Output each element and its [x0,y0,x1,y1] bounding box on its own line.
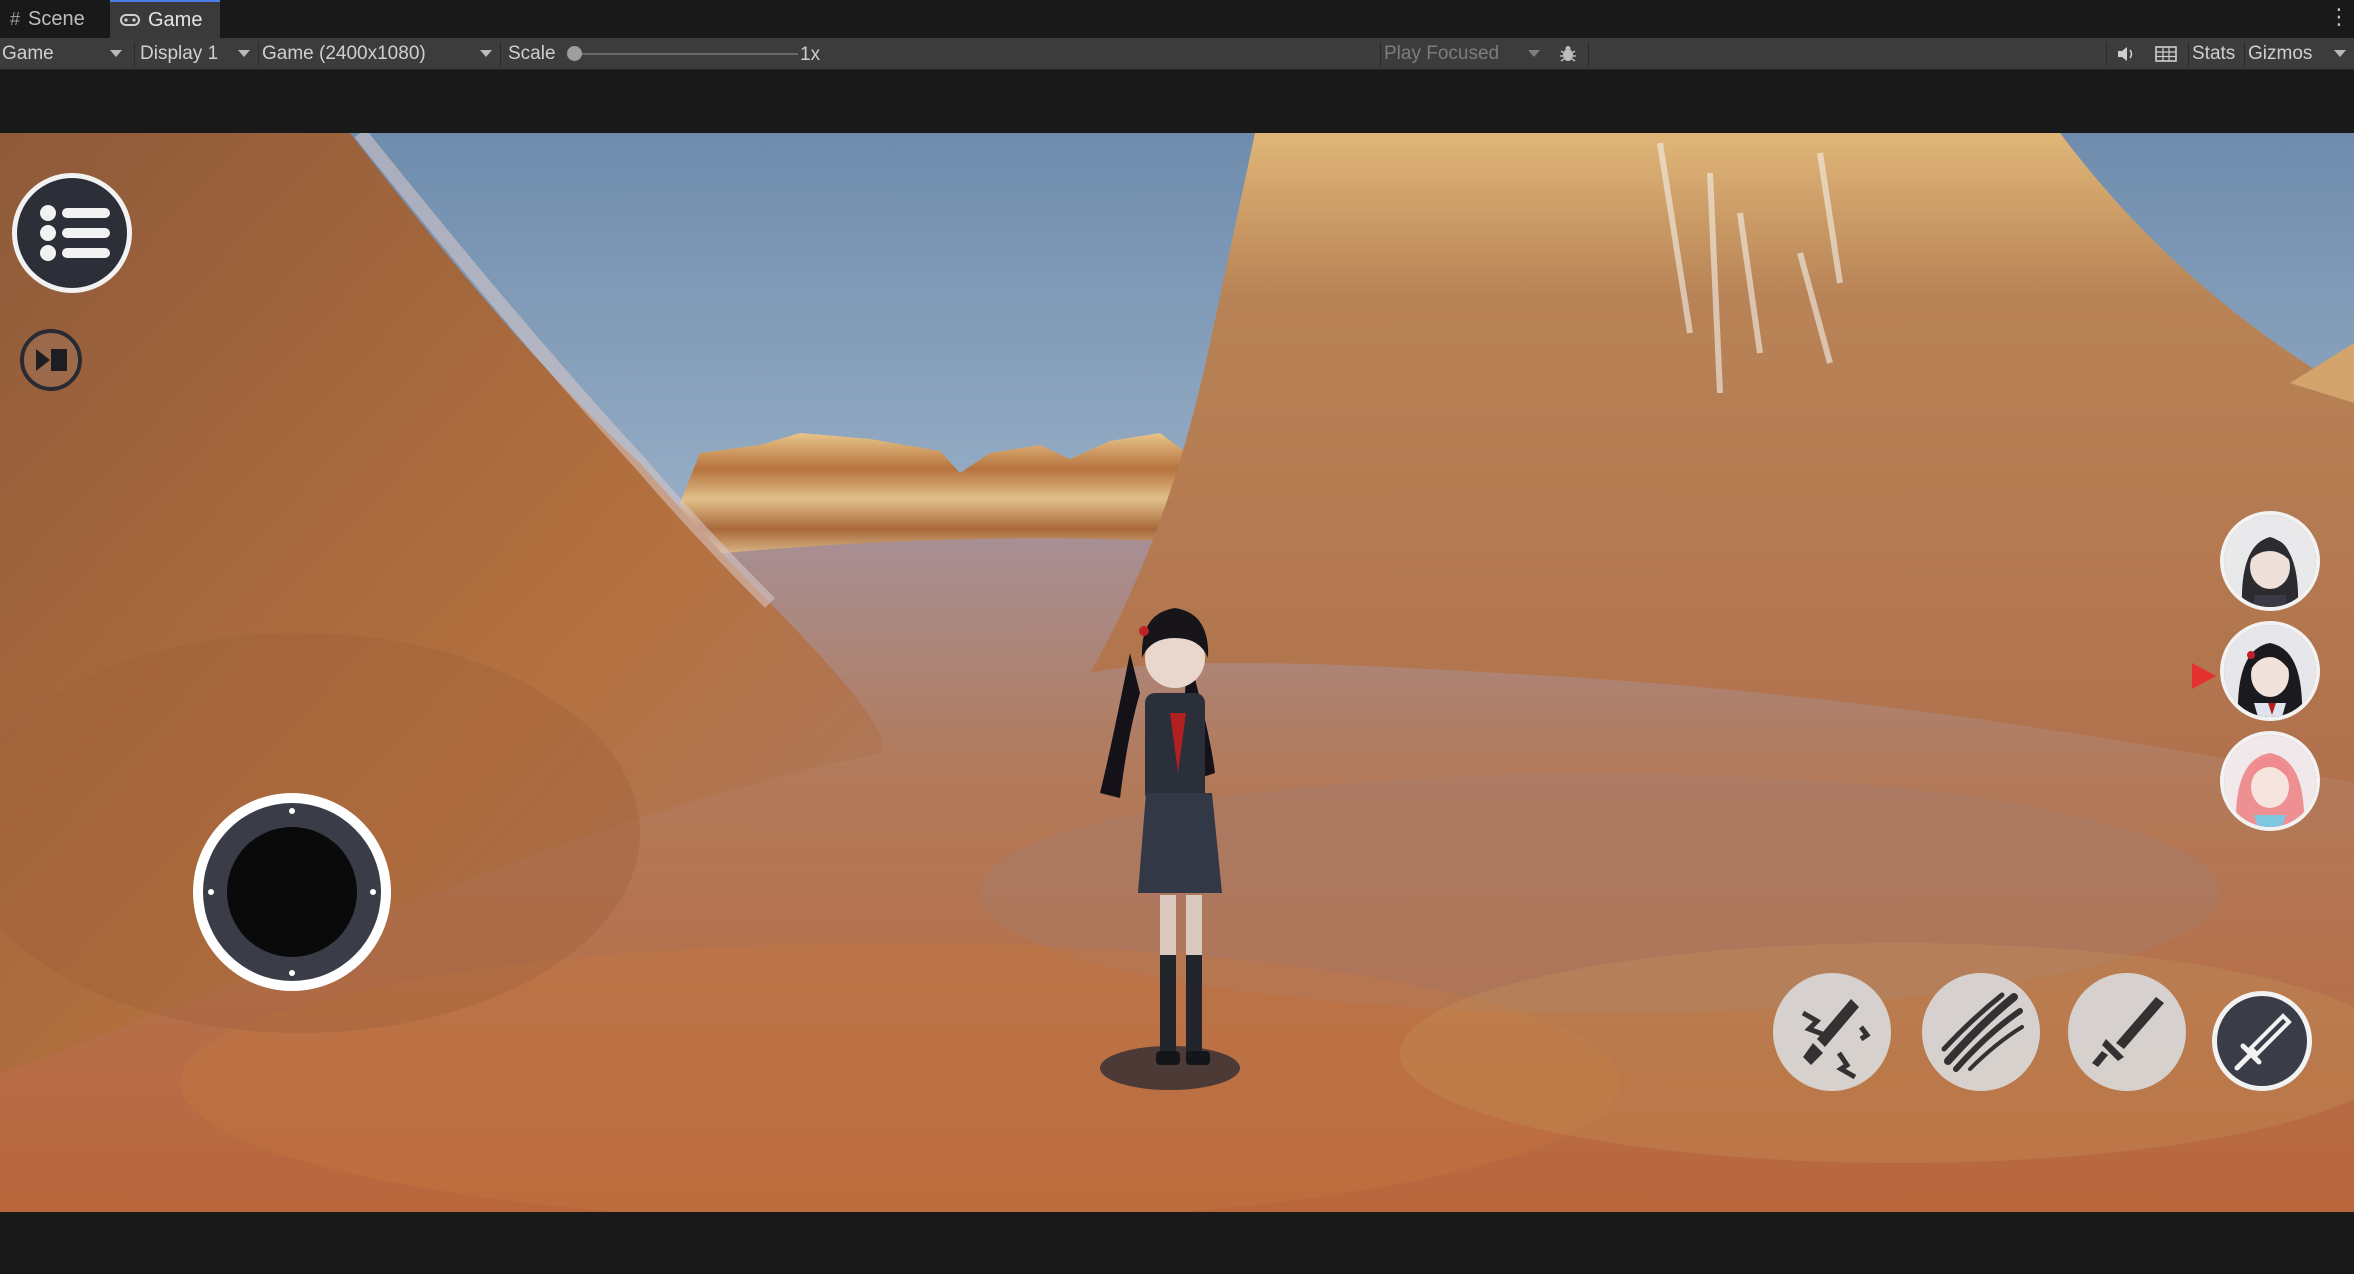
scale-slider-thumb[interactable] [567,46,582,61]
mute-audio-icon[interactable] [2110,38,2142,70]
tab-game[interactable]: Game [110,0,220,38]
view-mode-label: Game [2,43,54,64]
chevron-down-icon [2334,50,2346,57]
tab-scene[interactable]: # Scene [0,0,106,38]
divider [258,42,259,66]
joystick-ring [203,803,381,981]
game-viewport[interactable] [0,133,2354,1212]
tab-options-icon[interactable]: ⋮ [2328,4,2350,30]
display-dropdown[interactable]: Display 1 [140,38,256,70]
lightning-sword-skill-button[interactable] [1773,973,1891,1091]
chevron-down-icon [480,50,492,57]
editor-tab-bar: # Scene Game ⋮ [0,0,2354,38]
character-portrait-dark-hair [2224,515,2316,607]
stats-button[interactable]: Stats [2192,38,2240,70]
tab-game-label: Game [148,8,203,31]
divider [2188,42,2189,66]
party-member-3[interactable] [2220,731,2320,831]
joystick-marker [289,970,295,976]
divider [1588,42,1589,66]
play-mode-dropdown[interactable]: Play Focused [1384,38,1546,70]
joystick-knob[interactable] [227,827,357,957]
divider [500,42,501,66]
bug-icon[interactable] [1552,38,1584,70]
aspect-grid-icon[interactable] [2148,38,2184,70]
active-character-marker [2192,663,2216,689]
divider [2244,42,2245,66]
skip-forward-icon[interactable] [20,329,82,391]
joystick-marker [208,889,214,895]
lightning-sword-icon [1801,999,1871,1080]
grid-icon: # [10,8,21,29]
virtual-joystick[interactable] [193,793,391,991]
joystick-marker [370,889,376,895]
slash-claw-skill-button[interactable] [1922,973,2040,1091]
sword-skill-button[interactable] [2068,973,2186,1091]
display-label: Display 1 [140,43,219,64]
character-portrait-pink-hair [2224,735,2316,827]
list-menu-icon[interactable] [12,173,132,293]
chevron-down-icon [1528,50,1540,57]
scale-label: Scale [508,43,556,64]
chevron-down-icon [238,50,250,57]
view-mode-dropdown[interactable]: Game [2,38,128,70]
gizmos-dropdown[interactable]: Gizmos [2248,38,2352,70]
divider [1380,42,1381,66]
resolution-label: Game (2400x1080) [262,43,426,64]
chevron-down-icon [110,50,122,57]
scale-slider-track[interactable] [572,53,798,55]
party-member-1[interactable] [2220,511,2320,611]
tab-scene-label: Scene [28,7,85,30]
play-mode-label: Play Focused [1384,43,1500,64]
gamepad-icon [120,10,140,31]
game-view-toolbar: Game Display 1 Game (2400x1080) Scale 1x… [0,38,2354,70]
party-member-2[interactable] [2220,621,2320,721]
scale-slider[interactable]: Scale 1x [508,38,828,70]
scale-value: 1x [800,44,821,65]
character-portrait-long-black-hair [2224,625,2316,717]
divider [2106,42,2107,66]
slash-claw-icon [1941,992,2024,1072]
resolution-dropdown[interactable]: Game (2400x1080) [262,38,498,70]
joystick-marker [289,808,295,814]
attack-sword-icon [2234,1013,2292,1071]
stats-label: Stats [2192,43,2236,64]
gizmos-label: Gizmos [2248,43,2313,64]
divider [134,42,135,66]
attack-button[interactable] [2212,991,2312,1091]
sword-icon [2092,997,2164,1067]
